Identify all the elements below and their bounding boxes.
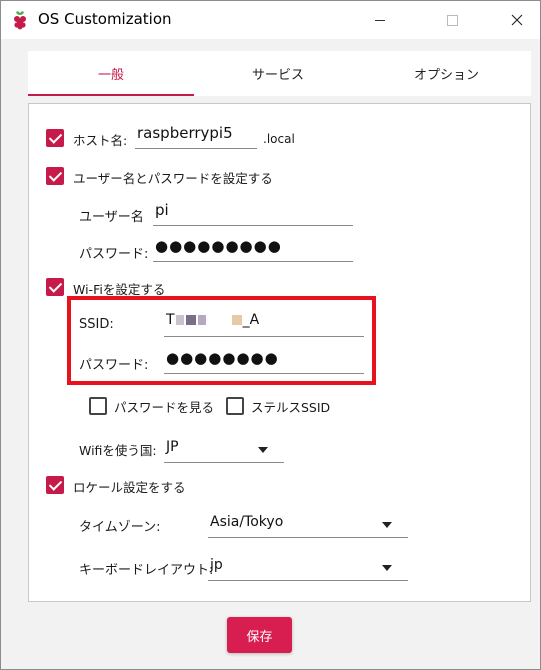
chevron-down-icon <box>258 447 268 453</box>
set-locale-checkbox[interactable] <box>46 476 64 494</box>
os-customization-window: OS Customization 一般 サービス オプション ホスト名: ras… <box>0 0 541 670</box>
tab-services[interactable]: サービス <box>194 51 362 96</box>
timezone-value: Asia/Tokyo <box>210 514 284 530</box>
set-username-password-label: ユーザー名とパスワードを設定する <box>73 171 273 186</box>
hostname-value: raspberrypi5 <box>137 124 233 142</box>
tab-options[interactable]: オプション <box>362 51 531 96</box>
hostname-checkbox[interactable] <box>46 129 64 147</box>
user-password-label: パスワード: <box>79 247 149 262</box>
tab-general[interactable]: 一般 <box>28 51 194 96</box>
close-icon <box>511 14 523 26</box>
wifi-country-select[interactable]: JP <box>164 435 284 463</box>
hostname-label: ホスト名: <box>73 133 128 148</box>
stealth-ssid-checkbox[interactable] <box>226 397 244 415</box>
username-label: ユーザー名 <box>79 210 144 225</box>
save-button[interactable]: 保存 <box>227 617 292 653</box>
username-value: pi <box>155 201 169 219</box>
highlight-box <box>67 296 376 385</box>
user-password-value: ●●●●●●●●● <box>155 237 282 255</box>
user-password-input[interactable]: ●●●●●●●●● <box>153 234 353 262</box>
show-password-checkbox[interactable] <box>89 397 107 415</box>
keyboard-layout-label: キーボードレイアウト: <box>79 563 214 578</box>
chevron-down-icon <box>382 565 392 571</box>
close-button[interactable] <box>494 1 540 39</box>
tab-bar: 一般 サービス オプション <box>28 51 531 96</box>
maximize-icon <box>446 14 458 26</box>
timezone-label: タイムゾーン: <box>79 520 161 535</box>
hostname-input[interactable]: raspberrypi5 <box>135 121 257 149</box>
raspberry-pi-icon <box>14 11 26 30</box>
keyboard-layout-value: jp <box>210 557 223 573</box>
wifi-country-value: JP <box>166 439 179 455</box>
username-input[interactable]: pi <box>153 198 353 226</box>
minimize-button[interactable] <box>357 1 403 39</box>
chevron-down-icon <box>382 522 392 528</box>
wifi-country-label: Wifiを使う国: <box>79 443 157 458</box>
show-password-label: パスワードを見る <box>114 400 215 415</box>
set-username-password-checkbox[interactable] <box>46 167 64 185</box>
keyboard-layout-select[interactable]: jp <box>208 553 408 581</box>
title-bar: OS Customization <box>1 1 540 39</box>
set-locale-label: ロケール設定をする <box>73 480 186 495</box>
active-tab-indicator <box>28 94 194 96</box>
maximize-button[interactable] <box>429 1 475 39</box>
timezone-select[interactable]: Asia/Tokyo <box>208 510 408 538</box>
configure-wifi-checkbox[interactable] <box>46 278 64 296</box>
minimize-icon <box>375 19 385 21</box>
hostname-suffix: .local <box>263 132 295 146</box>
window-title: OS Customization <box>38 10 172 28</box>
stealth-ssid-label: ステルスSSID <box>251 400 331 415</box>
